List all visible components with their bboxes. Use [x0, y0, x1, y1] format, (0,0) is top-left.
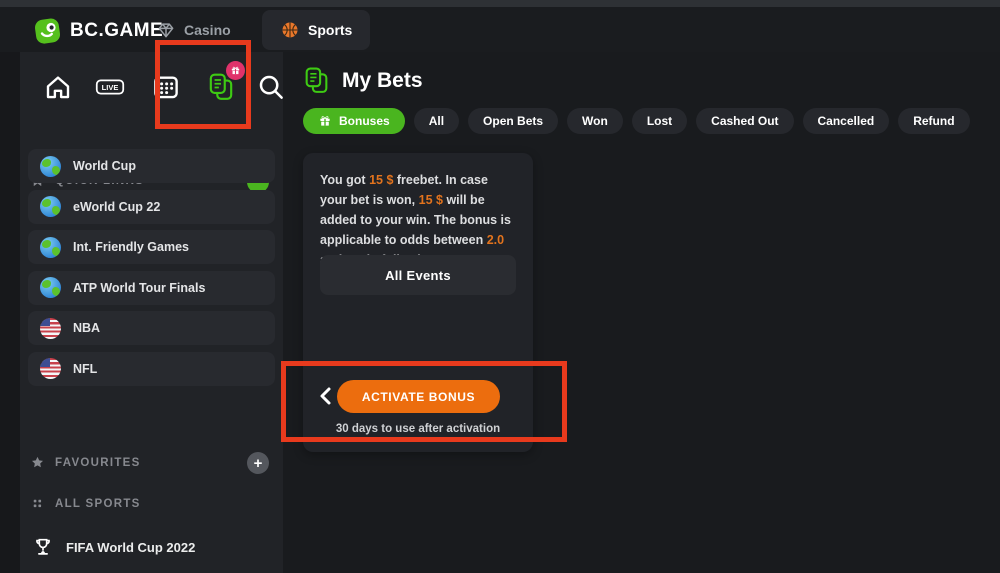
home-icon[interactable]	[40, 69, 76, 105]
page-title-text: My Bets	[342, 69, 423, 93]
tab-label: Refund	[913, 114, 954, 128]
sidebar-item-label: NFL	[73, 362, 97, 376]
sidebar: LIVE QUICK LINKS − World CupeWorld Cup 2…	[20, 52, 283, 573]
tab-label: Bonuses	[339, 114, 390, 128]
nav-tab-casino[interactable]: Casino	[156, 7, 231, 52]
sidebar-icon-row: LIVE	[20, 69, 283, 105]
us-flag-icon	[40, 318, 61, 339]
calendar-icon[interactable]	[148, 69, 184, 105]
bonus-value: 2.0	[487, 233, 504, 247]
sidebar-item-eworld-cup-22[interactable]: eWorld Cup 22	[28, 190, 275, 224]
favourites-label: FAVOURITES	[55, 457, 141, 469]
sidebar-item-label: World Cup	[73, 159, 136, 173]
tab-label: Open Bets	[483, 114, 543, 128]
sidebar-item-label: Int. Friendly Games	[73, 240, 189, 254]
grid-icon	[30, 496, 45, 511]
activate-bonus-button[interactable]: ACTIVATE BONUS	[337, 380, 500, 413]
globe-icon	[40, 237, 61, 258]
bonus-card: You got 15 $ freebet. In case your bet i…	[303, 153, 533, 452]
tab-open-bets[interactable]: Open Bets	[468, 108, 558, 134]
bonus-text: You got	[320, 173, 369, 187]
my-bets-icon[interactable]	[203, 69, 239, 105]
page-title: My Bets	[303, 66, 423, 95]
sidebar-item-favourites[interactable]: FAVOURITES	[30, 455, 141, 470]
tab-won[interactable]: Won	[567, 108, 623, 134]
tab-cancelled[interactable]: Cancelled	[803, 108, 890, 134]
sport-label: FIFA World Cup 2022	[66, 540, 195, 555]
add-favourite-button[interactable]: +	[247, 452, 269, 474]
nav-tab-label: Casino	[184, 22, 231, 38]
tab-label: Cashed Out	[711, 114, 778, 128]
search-icon[interactable]	[253, 69, 289, 105]
brand-logo[interactable]: BC.GAME	[33, 16, 163, 46]
star-icon	[30, 455, 45, 470]
sidebar-item-atp-world-tour-finals[interactable]: ATP World Tour Finals	[28, 271, 275, 305]
tab-cashed-out[interactable]: Cashed Out	[696, 108, 793, 134]
sidebar-item-label: NBA	[73, 321, 100, 335]
sidebar-item-all-sports[interactable]: ALL SPORTS	[30, 496, 141, 511]
sidebar-item-world-cup[interactable]: World Cup	[28, 149, 275, 183]
tab-all[interactable]: All	[414, 108, 459, 134]
sidebar-item-fifa-world-cup-2022[interactable]: FIFA World Cup 2022	[32, 536, 195, 558]
live-icon[interactable]: LIVE	[92, 69, 128, 105]
tab-label: All	[429, 114, 444, 128]
sidebar-item-nfl[interactable]: NFL	[28, 352, 275, 386]
tab-label: Cancelled	[818, 114, 875, 128]
diamond-icon	[156, 20, 176, 40]
bet-filter-tabs: Bonuses All Open Bets Won Lost Cashed Out Canc…	[303, 108, 970, 134]
gift-badge	[226, 61, 245, 80]
brand-name: BC.GAME	[70, 20, 163, 42]
activate-bonus-row: ACTIVATE BONUS	[303, 380, 533, 413]
globe-icon	[40, 196, 61, 217]
top-strip	[0, 0, 1000, 7]
all-sports-label: ALL SPORTS	[55, 498, 141, 510]
chevron-left-icon[interactable]	[317, 386, 337, 406]
quick-links-list: World Cup eWorld Cup 22 Int. Friendly Game…	[28, 149, 275, 392]
us-flag-icon	[40, 358, 61, 379]
nav-tab-sports[interactable]: Sports	[262, 10, 370, 50]
sidebar-item-label: eWorld Cup 22	[73, 200, 160, 214]
top-bar: BC.GAME Casino Sports	[0, 7, 1000, 52]
sidebar-item-label: ATP World Tour Finals	[73, 281, 205, 295]
globe-icon	[40, 277, 61, 298]
tab-label: Won	[582, 114, 608, 128]
app-window: BC.GAME Casino Sports LIVE QUICK LINKS −	[0, 0, 1000, 573]
tab-lost[interactable]: Lost	[632, 108, 687, 134]
gift-icon	[318, 114, 332, 128]
sidebar-item-int-friendly-games[interactable]: Int. Friendly Games	[28, 230, 275, 264]
sidebar-item-nba[interactable]: NBA	[28, 311, 275, 345]
bonus-expiry-note: 30 days to use after activation	[303, 423, 533, 435]
trophy-icon	[32, 536, 54, 558]
svg-text:LIVE: LIVE	[102, 83, 119, 92]
tab-bonuses[interactable]: Bonuses	[303, 108, 405, 134]
nav-tab-label: Sports	[308, 22, 352, 38]
my-bets-icon	[303, 66, 330, 95]
bcgame-logo-icon	[33, 16, 63, 46]
all-events-button[interactable]: All Events	[320, 255, 516, 295]
tab-refund[interactable]: Refund	[898, 108, 969, 134]
globe-icon	[40, 156, 61, 177]
left-rail	[0, 52, 20, 573]
basketball-icon	[280, 20, 300, 40]
bonus-value: 15 $	[419, 193, 443, 207]
bonus-value: 15 $	[369, 173, 393, 187]
tab-label: Lost	[647, 114, 672, 128]
